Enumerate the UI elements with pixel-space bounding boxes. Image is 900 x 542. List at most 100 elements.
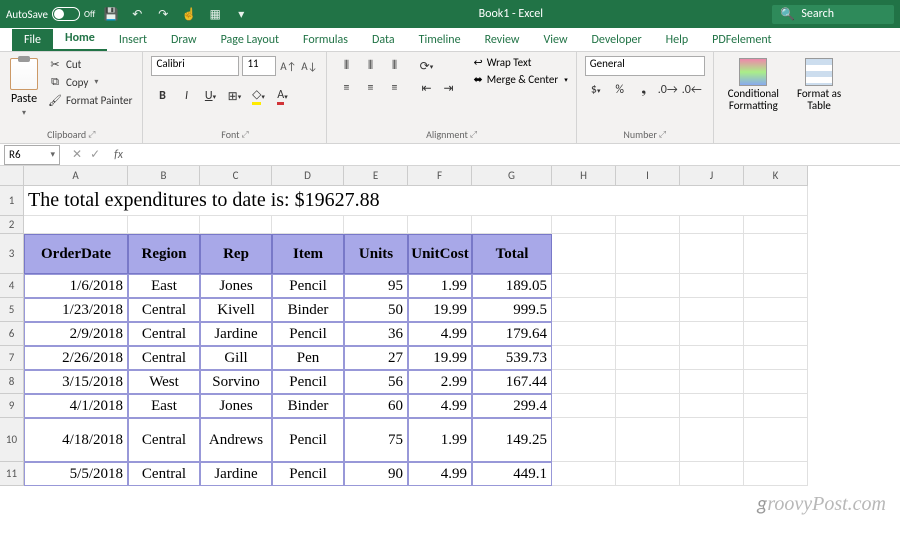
cell[interactable]: 4/18/2018 [24,418,128,462]
tab-developer[interactable]: Developer [580,29,654,51]
cell[interactable]: 2.99 [408,370,472,394]
cell[interactable]: 2/26/2018 [24,346,128,370]
col-header-K[interactable]: K [744,166,808,186]
cell[interactable] [472,216,552,234]
cell[interactable]: 4.99 [408,322,472,346]
cell[interactable]: Jardine [200,462,272,486]
tab-timeline[interactable]: Timeline [407,29,473,51]
row-header-1[interactable]: 1 [0,186,24,216]
cell[interactable]: 75 [344,418,408,462]
cell[interactable] [344,216,408,234]
tab-view[interactable]: View [531,29,579,51]
cell[interactable] [616,274,680,298]
dialog-launcher-icon[interactable]: ⤢ [88,129,95,140]
col-header-J[interactable]: J [680,166,744,186]
row-header-4[interactable]: 4 [0,274,24,298]
cell[interactable]: 167.44 [472,370,552,394]
cell[interactable]: Gill [200,346,272,370]
wrap-text-button[interactable]: ↩Wrap Text [473,56,567,69]
row-header-3[interactable]: 3 [0,234,24,274]
cell[interactable] [552,462,616,486]
tab-pdfelement[interactable]: PDFelement [700,29,783,51]
increase-font-icon[interactable]: A↑ [279,57,297,75]
format-as-table-button[interactable]: Format as Table [791,56,847,114]
cell[interactable]: 189.05 [472,274,552,298]
cell[interactable] [744,216,808,234]
cell[interactable]: 299.4 [472,394,552,418]
cell[interactable]: Pencil [272,370,344,394]
border-button[interactable]: ⊞▾ [223,86,245,106]
formula-input[interactable] [129,145,900,165]
save-icon[interactable]: 💾 [103,6,119,22]
col-header-F[interactable]: F [408,166,472,186]
toggle-switch[interactable] [52,7,80,21]
cell[interactable]: Pencil [272,322,344,346]
row-header-6[interactable]: 6 [0,322,24,346]
cell[interactable]: UnitCost [408,234,472,274]
cell[interactable] [744,394,808,418]
cell[interactable] [552,322,616,346]
cell[interactable] [408,216,472,234]
cell[interactable]: Central [128,346,200,370]
cell[interactable]: 4.99 [408,462,472,486]
cell[interactable] [744,370,808,394]
tab-help[interactable]: Help [654,29,701,51]
tab-page-layout[interactable]: Page Layout [209,29,291,51]
row-header-8[interactable]: 8 [0,370,24,394]
cell[interactable] [552,418,616,462]
dialog-launcher-icon[interactable]: ⤢ [241,129,248,140]
cell[interactable] [744,322,808,346]
cell[interactable] [744,462,808,486]
name-box[interactable]: R6▾ [4,145,60,165]
align-top-icon[interactable]: ⦀ [335,56,357,76]
cell[interactable]: Central [128,418,200,462]
row-header-5[interactable]: 5 [0,298,24,322]
cell[interactable]: Sorvino [200,370,272,394]
cell[interactable] [552,216,616,234]
fx-icon[interactable]: fx [108,148,129,162]
cell[interactable]: Pen [272,346,344,370]
cell[interactable] [552,234,616,274]
cell[interactable]: West [128,370,200,394]
cell[interactable]: Jones [200,274,272,298]
font-name-select[interactable]: Calibri [151,56,239,76]
cell[interactable] [552,298,616,322]
cell[interactable] [200,216,272,234]
cell[interactable]: Jones [200,394,272,418]
redo-icon[interactable]: ↷ [155,6,171,22]
cell[interactable] [680,346,744,370]
dialog-launcher-icon[interactable]: ⤢ [659,129,666,140]
dialog-launcher-icon[interactable]: ⤢ [470,129,477,140]
cell[interactable] [680,370,744,394]
cell[interactable] [552,274,616,298]
cell[interactable] [744,274,808,298]
cell[interactable]: 4/1/2018 [24,394,128,418]
cell[interactable]: 50 [344,298,408,322]
cell[interactable]: 90 [344,462,408,486]
decrease-decimal-icon[interactable]: .0← [681,80,703,100]
cell[interactable]: The total expenditures to date is: $1962… [24,186,808,216]
tab-data[interactable]: Data [360,29,407,51]
tab-formulas[interactable]: Formulas [291,29,360,51]
cell[interactable]: Jardine [200,322,272,346]
cell[interactable] [616,462,680,486]
cell[interactable] [744,346,808,370]
cell[interactable]: 19.99 [408,298,472,322]
cell[interactable] [552,346,616,370]
cell[interactable] [744,298,808,322]
row-header-11[interactable]: 11 [0,462,24,486]
cell[interactable] [680,418,744,462]
paste-button[interactable]: Paste ▾ [8,56,40,120]
align-middle-icon[interactable]: ⦀ [359,56,381,76]
cell[interactable]: Units [344,234,408,274]
col-header-G[interactable]: G [472,166,552,186]
tab-draw[interactable]: Draw [159,29,209,51]
col-header-I[interactable]: I [616,166,680,186]
select-all-corner[interactable] [0,166,24,186]
cell[interactable]: 4.99 [408,394,472,418]
col-header-D[interactable]: D [272,166,344,186]
cell[interactable] [616,234,680,274]
orientation-icon[interactable]: ⟳▾ [415,56,437,76]
font-size-select[interactable]: 11 [242,56,276,76]
cell[interactable]: Region [128,234,200,274]
